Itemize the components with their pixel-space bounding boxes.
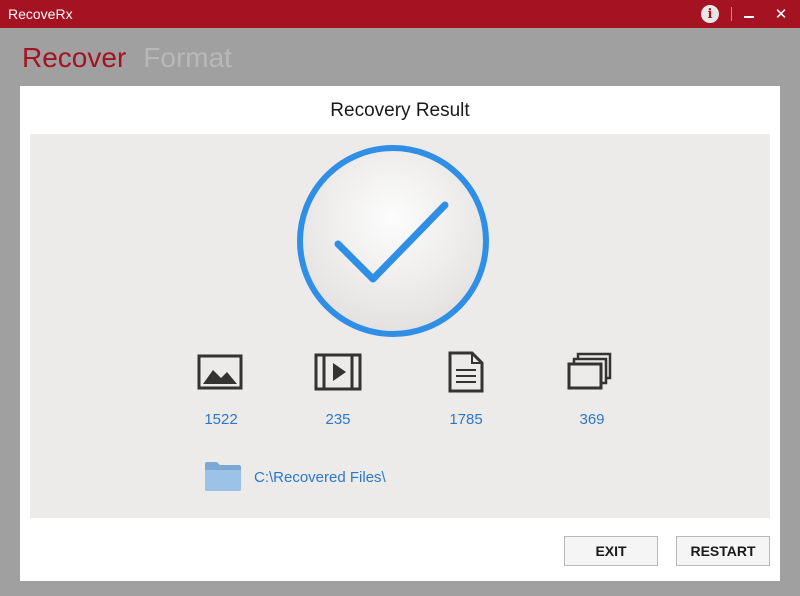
image-icon — [197, 354, 243, 390]
document-icon — [448, 351, 484, 393]
exit-button[interactable]: EXIT — [564, 536, 658, 566]
success-check-icon — [297, 145, 489, 337]
info-icon: i — [701, 5, 719, 23]
title-separator — [731, 7, 732, 21]
app-title: RecoveRx — [8, 6, 73, 22]
document-count: 1785 — [449, 411, 483, 428]
result-panel: Recovery Result 1522 235 1785 369 C:\Rec… — [20, 86, 780, 581]
image-count: 1522 — [204, 411, 238, 428]
panel-title: Recovery Result — [330, 100, 470, 121]
restart-button[interactable]: RESTART — [676, 536, 770, 566]
folder-icon — [205, 462, 241, 491]
video-count: 235 — [325, 411, 351, 428]
tab-format[interactable]: Format — [143, 40, 232, 76]
other-files-icon — [567, 352, 612, 390]
recovered-folder-link[interactable]: C:\Recovered Files\ — [254, 469, 386, 486]
minimize-icon — [744, 16, 754, 18]
info-button[interactable]: i — [698, 0, 722, 28]
close-icon: ✕ — [774, 5, 788, 23]
mode-tabs: Recover Format — [22, 40, 249, 76]
tab-recover[interactable]: Recover — [22, 40, 126, 76]
close-button[interactable]: ✕ — [768, 0, 794, 28]
video-icon — [314, 353, 362, 391]
title-bar: RecoveRx i ✕ — [0, 0, 800, 28]
other-files-count: 369 — [579, 411, 605, 428]
minimize-button[interactable] — [738, 0, 760, 28]
result-area: 1522 235 1785 369 C:\Recovered Files\ — [30, 134, 770, 518]
